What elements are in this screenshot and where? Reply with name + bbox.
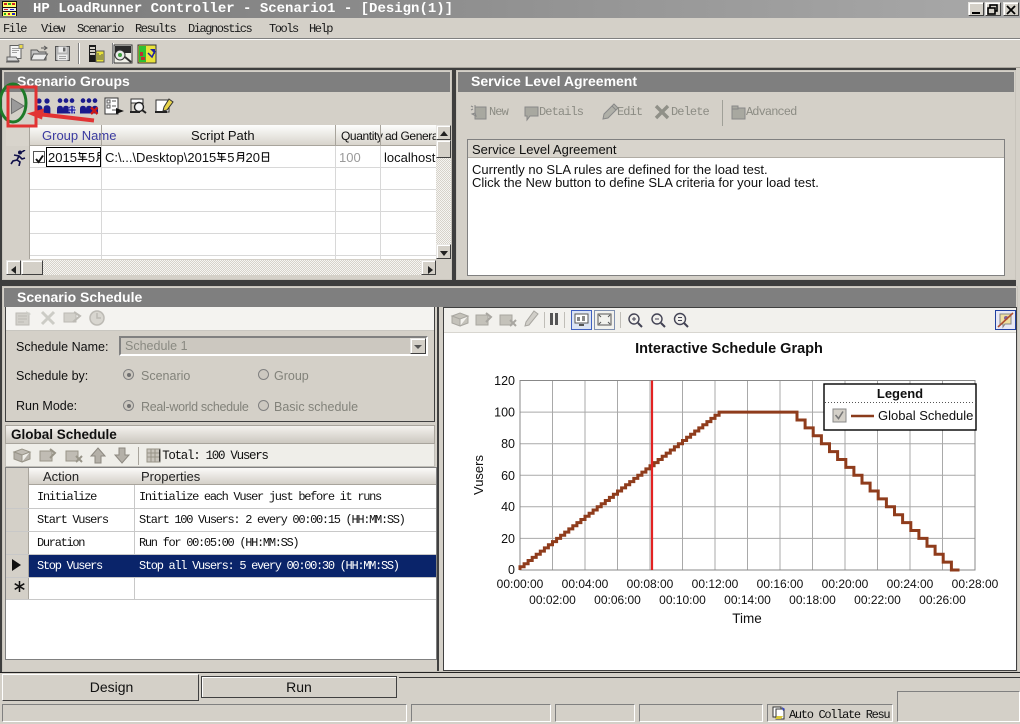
svg-text:00:10:00: 00:10:00: [659, 593, 706, 607]
svg-text:Time: Time: [732, 611, 762, 626]
svg-text:00:18:00: 00:18:00: [789, 593, 836, 607]
svg-text:00:04:00: 00:04:00: [562, 577, 609, 591]
svg-text:Legend: Legend: [877, 386, 923, 401]
svg-text:00:06:00: 00:06:00: [594, 593, 641, 607]
svg-text:80: 80: [501, 437, 515, 451]
svg-text:60: 60: [501, 469, 515, 483]
svg-text:00:26:00: 00:26:00: [919, 593, 966, 607]
svg-text:00:20:00: 00:20:00: [822, 577, 869, 591]
svg-text:120: 120: [494, 374, 515, 388]
svg-text:00:28:00: 00:28:00: [952, 577, 999, 591]
svg-text:20: 20: [501, 532, 515, 546]
svg-text:40: 40: [501, 500, 515, 514]
svg-text:00:02:00: 00:02:00: [529, 593, 576, 607]
svg-text:Vusers: Vusers: [471, 455, 486, 495]
svg-text:00:12:00: 00:12:00: [692, 577, 739, 591]
svg-text:0: 0: [508, 563, 515, 577]
svg-text:00:16:00: 00:16:00: [757, 577, 804, 591]
svg-text:00:14:00: 00:14:00: [724, 593, 771, 607]
svg-text:00:08:00: 00:08:00: [627, 577, 674, 591]
svg-text:00:24:00: 00:24:00: [887, 577, 934, 591]
svg-text:Global Schedule: Global Schedule: [878, 408, 973, 423]
svg-text:00:22:00: 00:22:00: [854, 593, 901, 607]
svg-text:100: 100: [494, 406, 515, 420]
svg-text:00:00:00: 00:00:00: [497, 577, 544, 591]
